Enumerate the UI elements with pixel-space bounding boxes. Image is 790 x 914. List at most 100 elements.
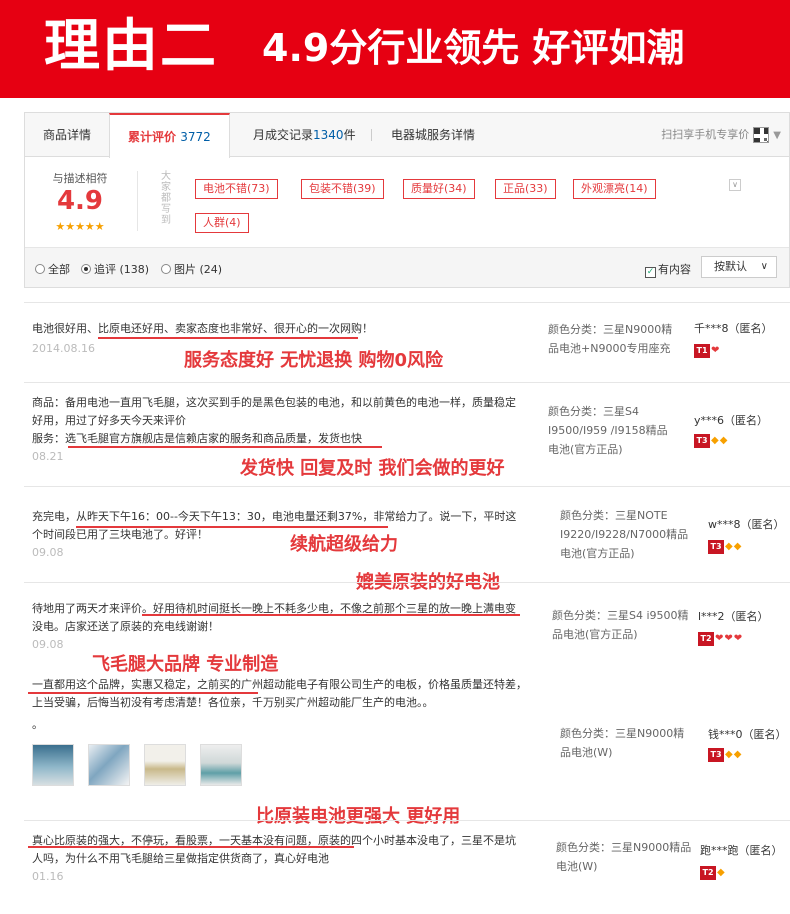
tab-monthly-sales[interactable]: 月成交记录1340件 bbox=[253, 113, 356, 157]
diamond-icon: ❤ bbox=[711, 345, 720, 356]
tag-packaging-good[interactable]: 包装不错(39) bbox=[301, 179, 384, 199]
review-sku: 颜色分类：三星S4 I9500/I959 /I9158精品电池(官方正品) bbox=[548, 405, 668, 456]
review-text: 。 bbox=[32, 718, 43, 731]
review-text: 待地用了两天才来评价。好用待机时间挺长一晚上不耗多少电，不像之前那个三星的放一晚… bbox=[32, 602, 516, 633]
row-divider bbox=[24, 302, 790, 303]
review-date: 2014.08.16 bbox=[32, 342, 95, 355]
highlight-underline bbox=[142, 614, 520, 616]
banner-reason: 理由二 bbox=[44, 14, 218, 79]
review-date: 01.16 bbox=[32, 870, 64, 883]
review-text: 电池很好用、比原电还好用、卖家态度也非常好、很开心的一次网购！ bbox=[32, 322, 373, 335]
review-sku: 颜色分类：三星N9000精品电池+N9000专用座充 bbox=[548, 323, 673, 355]
row-divider bbox=[24, 486, 790, 487]
tags-caption: 大家都写到 bbox=[161, 171, 171, 226]
review-date: 08.21 bbox=[32, 450, 64, 463]
review-photo[interactable] bbox=[144, 744, 186, 786]
review-count: 3772 bbox=[180, 130, 211, 144]
review-date: 09.08 bbox=[32, 546, 64, 559]
user-level-badge: T3 ◆◆ bbox=[694, 430, 727, 449]
diamond-icon: ◆ bbox=[725, 541, 733, 552]
rating-score: 与描述相符 4.9 ★★★★★ bbox=[25, 158, 135, 238]
review-sku: 颜色分类：三星N9000精品电池(W) bbox=[556, 841, 692, 873]
promo-caption: 续航超级给力 bbox=[290, 534, 398, 555]
highlight-underline bbox=[28, 692, 258, 694]
diamond-icon: ❤ bbox=[715, 633, 724, 644]
promo-caption: 发货快 回复及时 我们会做的更好 bbox=[240, 458, 505, 479]
diamond-icon: ❤ bbox=[733, 633, 743, 644]
tab-bar: 商品详情 累计评价 3772 月成交记录1340件 电器城服务详情 扫扫享手机专… bbox=[25, 113, 789, 158]
tab-divider bbox=[371, 129, 372, 141]
mobile-price-qr[interactable]: 扫扫享手机专享价 ▼ bbox=[661, 113, 781, 157]
promo-caption: 服务态度好 无忧退换 购物0风险 bbox=[184, 350, 444, 371]
highlight-underline bbox=[76, 526, 388, 528]
diamond-icon: ❤ bbox=[724, 633, 733, 644]
review-item: 待地用了两天才来评价。好用待机时间挺长一晚上不耗多少电，不像之前那个三星的放一晚… bbox=[24, 584, 790, 651]
diamond-icon: ◆ bbox=[733, 541, 742, 552]
chevron-down-icon: ∨ bbox=[760, 261, 768, 272]
tag-quality-good[interactable]: 质量好(34) bbox=[403, 179, 475, 199]
promo-banner: 理由二 4.9分行业领先 好评如潮 bbox=[0, 0, 790, 98]
review-photo[interactable] bbox=[200, 744, 242, 786]
filter-bar: 全部 追评 (138) 图片 (24) ✓ 有内容 按默认 ∨ bbox=[25, 247, 789, 287]
diamond-icon: ◆ bbox=[733, 749, 742, 760]
diamond-icon: ◆ bbox=[717, 867, 725, 878]
review-text: 一直都用这个品牌，实惠又稳定，之前买的广州超动能电子有限公司生产的电板，价格虽质… bbox=[32, 678, 527, 709]
review-item: 真心比原装的强大，不停玩，看股票，一天基本没有问题，原装的四个小时基本没电了，三… bbox=[24, 822, 790, 902]
radio-icon bbox=[161, 264, 171, 274]
filter-has-content[interactable]: ✓ 有内容 bbox=[645, 261, 691, 278]
row-divider bbox=[24, 820, 790, 821]
review-panel: 商品详情 累计评价 3772 月成交记录1340件 电器城服务详情 扫扫享手机专… bbox=[24, 112, 790, 288]
review-text: 商品：备用电池一直用飞毛腿，这次买到手的是黑色包装的电池，和以前黄色的电池一样，… bbox=[32, 396, 516, 427]
review-user: w***8（匿名） bbox=[708, 518, 785, 531]
radio-icon bbox=[35, 264, 45, 274]
tab-reviews[interactable]: 累计评价 3772 bbox=[109, 113, 230, 158]
diamond-icon: ◆ bbox=[725, 749, 733, 760]
tag-appearance[interactable]: 外观漂亮(14) bbox=[573, 179, 656, 199]
filter-all[interactable]: 全部 bbox=[35, 261, 70, 277]
review-photo[interactable] bbox=[88, 744, 130, 786]
highlight-underline bbox=[98, 337, 358, 339]
review-sku: 颜色分类：三星NOTE I9220/I9228/N7000精品电池(官方正品) bbox=[560, 509, 689, 560]
diamond-icon: ◆ bbox=[719, 435, 728, 446]
review-user: 跑***跑（匿名） bbox=[700, 844, 783, 857]
review-item: 充完电，从昨天下午16：00--今天下午13：30，电池电量还剩37%，非常给力… bbox=[24, 488, 790, 578]
banner-slogan: 4.9分行业领先 好评如潮 bbox=[262, 26, 685, 70]
radio-selected-icon bbox=[81, 264, 91, 274]
divider bbox=[137, 171, 138, 231]
review-sku: 颜色分类：三星N9000精品电池(W) bbox=[560, 727, 685, 759]
highlight-underline bbox=[68, 446, 382, 448]
tag-genuine[interactable]: 正品(33) bbox=[495, 179, 556, 199]
highlight-underline bbox=[28, 846, 354, 848]
promo-caption: 飞毛腿大品牌 专业制造 bbox=[92, 654, 279, 675]
qr-code-icon bbox=[753, 127, 770, 143]
expand-tags-icon[interactable]: ∨ bbox=[729, 179, 741, 191]
user-level-badge: T3 ◆◆ bbox=[708, 536, 741, 555]
chevron-down-icon: ▼ bbox=[773, 130, 781, 141]
user-level-badge: T2 ◆ bbox=[700, 862, 725, 881]
row-divider bbox=[24, 382, 790, 383]
tag-crowd[interactable]: 人群(4) bbox=[195, 213, 249, 233]
user-level-badge: T2 ❤❤❤ bbox=[698, 628, 742, 647]
review-user: 千***8（匿名） bbox=[694, 322, 773, 335]
review-text: 真心比原装的强大，不停玩，看股票，一天基本没有问题，原装的四个小时基本没电了，三… bbox=[32, 834, 516, 865]
review-photo[interactable] bbox=[32, 744, 74, 786]
star-rating-icon: ★★★★★ bbox=[55, 220, 105, 233]
tab-product-details[interactable]: 商品详情 bbox=[43, 113, 91, 157]
review-user: 钱***0（匿名） bbox=[708, 728, 787, 741]
filter-pictures[interactable]: 图片 (24) bbox=[161, 261, 222, 277]
row-divider bbox=[24, 582, 790, 583]
score-label: 与描述相符 bbox=[52, 172, 108, 185]
checkbox-checked-icon: ✓ bbox=[645, 267, 656, 278]
sort-select[interactable]: 按默认 ∨ bbox=[701, 256, 777, 278]
tag-battery-good[interactable]: 电池不错(73) bbox=[195, 179, 278, 199]
user-level-badge: T3 ◆◆ bbox=[708, 744, 741, 763]
review-user: l***2（匿名） bbox=[698, 610, 769, 623]
review-user: y***6（匿名） bbox=[694, 414, 769, 427]
filter-append-reviews[interactable]: 追评 (138) bbox=[81, 261, 149, 277]
user-level-badge: T1 ❤ bbox=[694, 340, 719, 359]
review-sku: 颜色分类：三星S4 i9500精品电池(官方正品) bbox=[552, 609, 689, 641]
tab-service-details[interactable]: 电器城服务详情 bbox=[391, 113, 475, 157]
diamond-icon: ◆ bbox=[711, 435, 719, 446]
review-date: 09.08 bbox=[32, 638, 64, 651]
score-value: 4.9 bbox=[56, 186, 104, 216]
